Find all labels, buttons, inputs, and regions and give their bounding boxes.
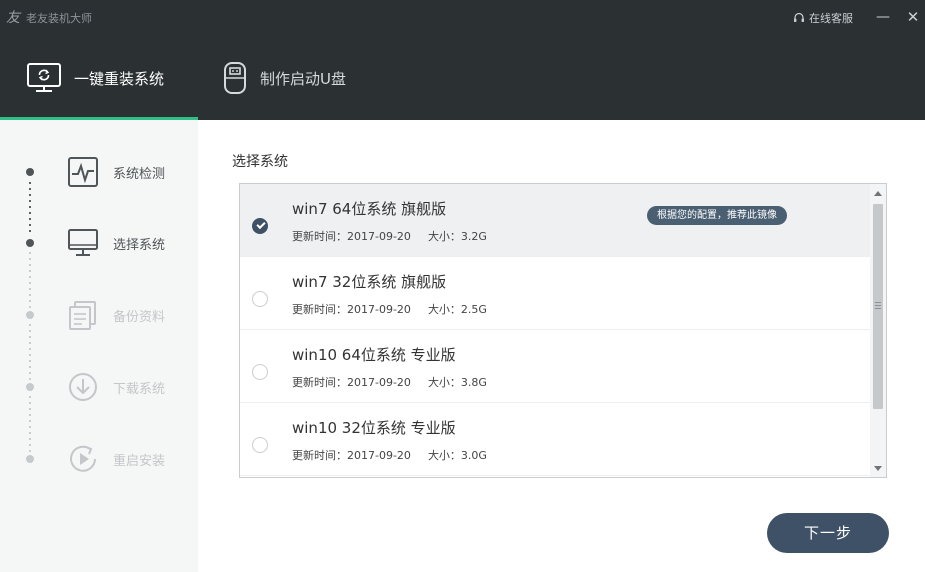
minimize-button[interactable]: —	[872, 6, 894, 28]
radio-button[interactable]	[252, 437, 268, 453]
os-name: win10 64位系统 专业版	[292, 346, 456, 364]
tab-make-usb-boot-label: 制作启动U盘	[260, 69, 346, 88]
os-size: 大小：3.8G	[427, 376, 487, 389]
step-system-check: 系统检测	[0, 152, 198, 192]
step-dot	[26, 383, 34, 391]
download-icon	[69, 373, 97, 401]
step-label: 重启安装	[113, 453, 166, 469]
grip-icon	[875, 302, 881, 309]
list-scrollbar[interactable]	[870, 184, 886, 477]
os-meta: 更新时间：2017-09-20 大小：2.5G	[292, 301, 487, 317]
step-label: 下载系统	[113, 381, 166, 397]
step-select-system: 选择系统	[0, 223, 198, 263]
os-size: 大小：3.0G	[427, 449, 487, 462]
os-updated-time: 更新时间：2017-09-20	[292, 230, 411, 243]
os-updated-time: 更新时间：2017-09-20	[292, 303, 411, 316]
step-backup-data: 备份资料	[0, 295, 198, 335]
minimize-icon: —	[876, 9, 890, 25]
monitor-icon	[68, 229, 98, 256]
os-list-item[interactable]: win7 32位系统 旗舰版 更新时间：2017-09-20 大小：2.5G	[240, 257, 870, 330]
app-logo-icon: 友	[6, 10, 20, 26]
os-list-item[interactable]: win10 64位系统 专业版 更新时间：2017-09-20 大小：3.8G	[240, 330, 870, 403]
monitor-refresh-icon	[27, 63, 61, 92]
step-label: 选择系统	[113, 237, 166, 253]
online-service-button[interactable]: 在线客服	[793, 10, 853, 26]
app-title: 老友装机大师	[26, 12, 92, 25]
os-name: win10 32位系统 专业版	[292, 419, 456, 437]
tab-make-usb-boot[interactable]: 制作启动U盘	[222, 36, 422, 120]
step-dot	[26, 239, 34, 247]
tab-one-click-reinstall-label: 一键重装系统	[74, 69, 165, 88]
os-size: 大小：2.5G	[427, 303, 487, 316]
step-label: 备份资料	[113, 309, 166, 325]
radio-button[interactable]	[252, 291, 268, 307]
os-meta: 更新时间：2017-09-20 大小：3.2G	[292, 228, 487, 244]
backup-icon	[69, 301, 96, 330]
scroll-up-icon[interactable]	[874, 191, 882, 196]
close-icon: ✕	[906, 8, 920, 26]
section-title: 选择系统	[232, 154, 288, 170]
online-service-label: 在线客服	[809, 12, 853, 25]
os-size: 大小：3.2G	[427, 230, 487, 243]
scroll-down-icon[interactable]	[874, 466, 882, 471]
tab-bar: 一键重装系统 制作启动U盘	[0, 36, 925, 120]
step-sidebar: 系统检测 选择系统 备份资料 下载系统 重启安装	[0, 120, 198, 572]
step-dot	[26, 168, 34, 176]
recommend-badge: 根据您的配置，推荐此镜像	[647, 206, 787, 225]
selected-check-icon[interactable]	[252, 218, 268, 234]
step-label: 系统检测	[113, 166, 166, 182]
os-meta: 更新时间：2017-09-20 大小：3.0G	[292, 447, 487, 463]
os-meta: 更新时间：2017-09-20 大小：3.8G	[292, 374, 487, 390]
os-list-item[interactable]: win7 64位系统 旗舰版 更新时间：2017-09-20 大小：3.2G 根…	[240, 184, 870, 257]
os-list-item[interactable]: win10 32位系统 专业版 更新时间：2017-09-20 大小：3.0G	[240, 403, 870, 476]
headset-icon	[794, 12, 804, 22]
tab-one-click-reinstall[interactable]: 一键重装系统	[0, 36, 198, 120]
radio-button[interactable]	[252, 364, 268, 380]
next-step-button[interactable]: 下一步	[767, 513, 889, 553]
os-updated-time: 更新时间：2017-09-20	[292, 449, 411, 462]
step-dot	[26, 311, 34, 319]
system-check-icon	[68, 157, 98, 187]
os-name: win7 64位系统 旗舰版	[292, 200, 447, 218]
app-window: 友 老友装机大师 在线客服 — ✕ 一键重装系统 制作启动U盘 系统检测 选择系…	[0, 0, 925, 572]
step-download-system: 下载系统	[0, 367, 198, 407]
restart-install-icon	[70, 445, 96, 472]
scrollbar-thumb[interactable]	[873, 204, 883, 409]
os-image-list: win7 64位系统 旗舰版 更新时间：2017-09-20 大小：3.2G 根…	[239, 183, 887, 478]
usb-drive-icon	[224, 62, 246, 94]
step-restart-install: 重启安装	[0, 439, 198, 479]
os-name: win7 32位系统 旗舰版	[292, 273, 447, 291]
step-dot	[26, 455, 34, 463]
close-button[interactable]: ✕	[902, 6, 924, 28]
os-updated-time: 更新时间：2017-09-20	[292, 376, 411, 389]
title-bar: 友 老友装机大师 在线客服 — ✕	[0, 0, 925, 36]
